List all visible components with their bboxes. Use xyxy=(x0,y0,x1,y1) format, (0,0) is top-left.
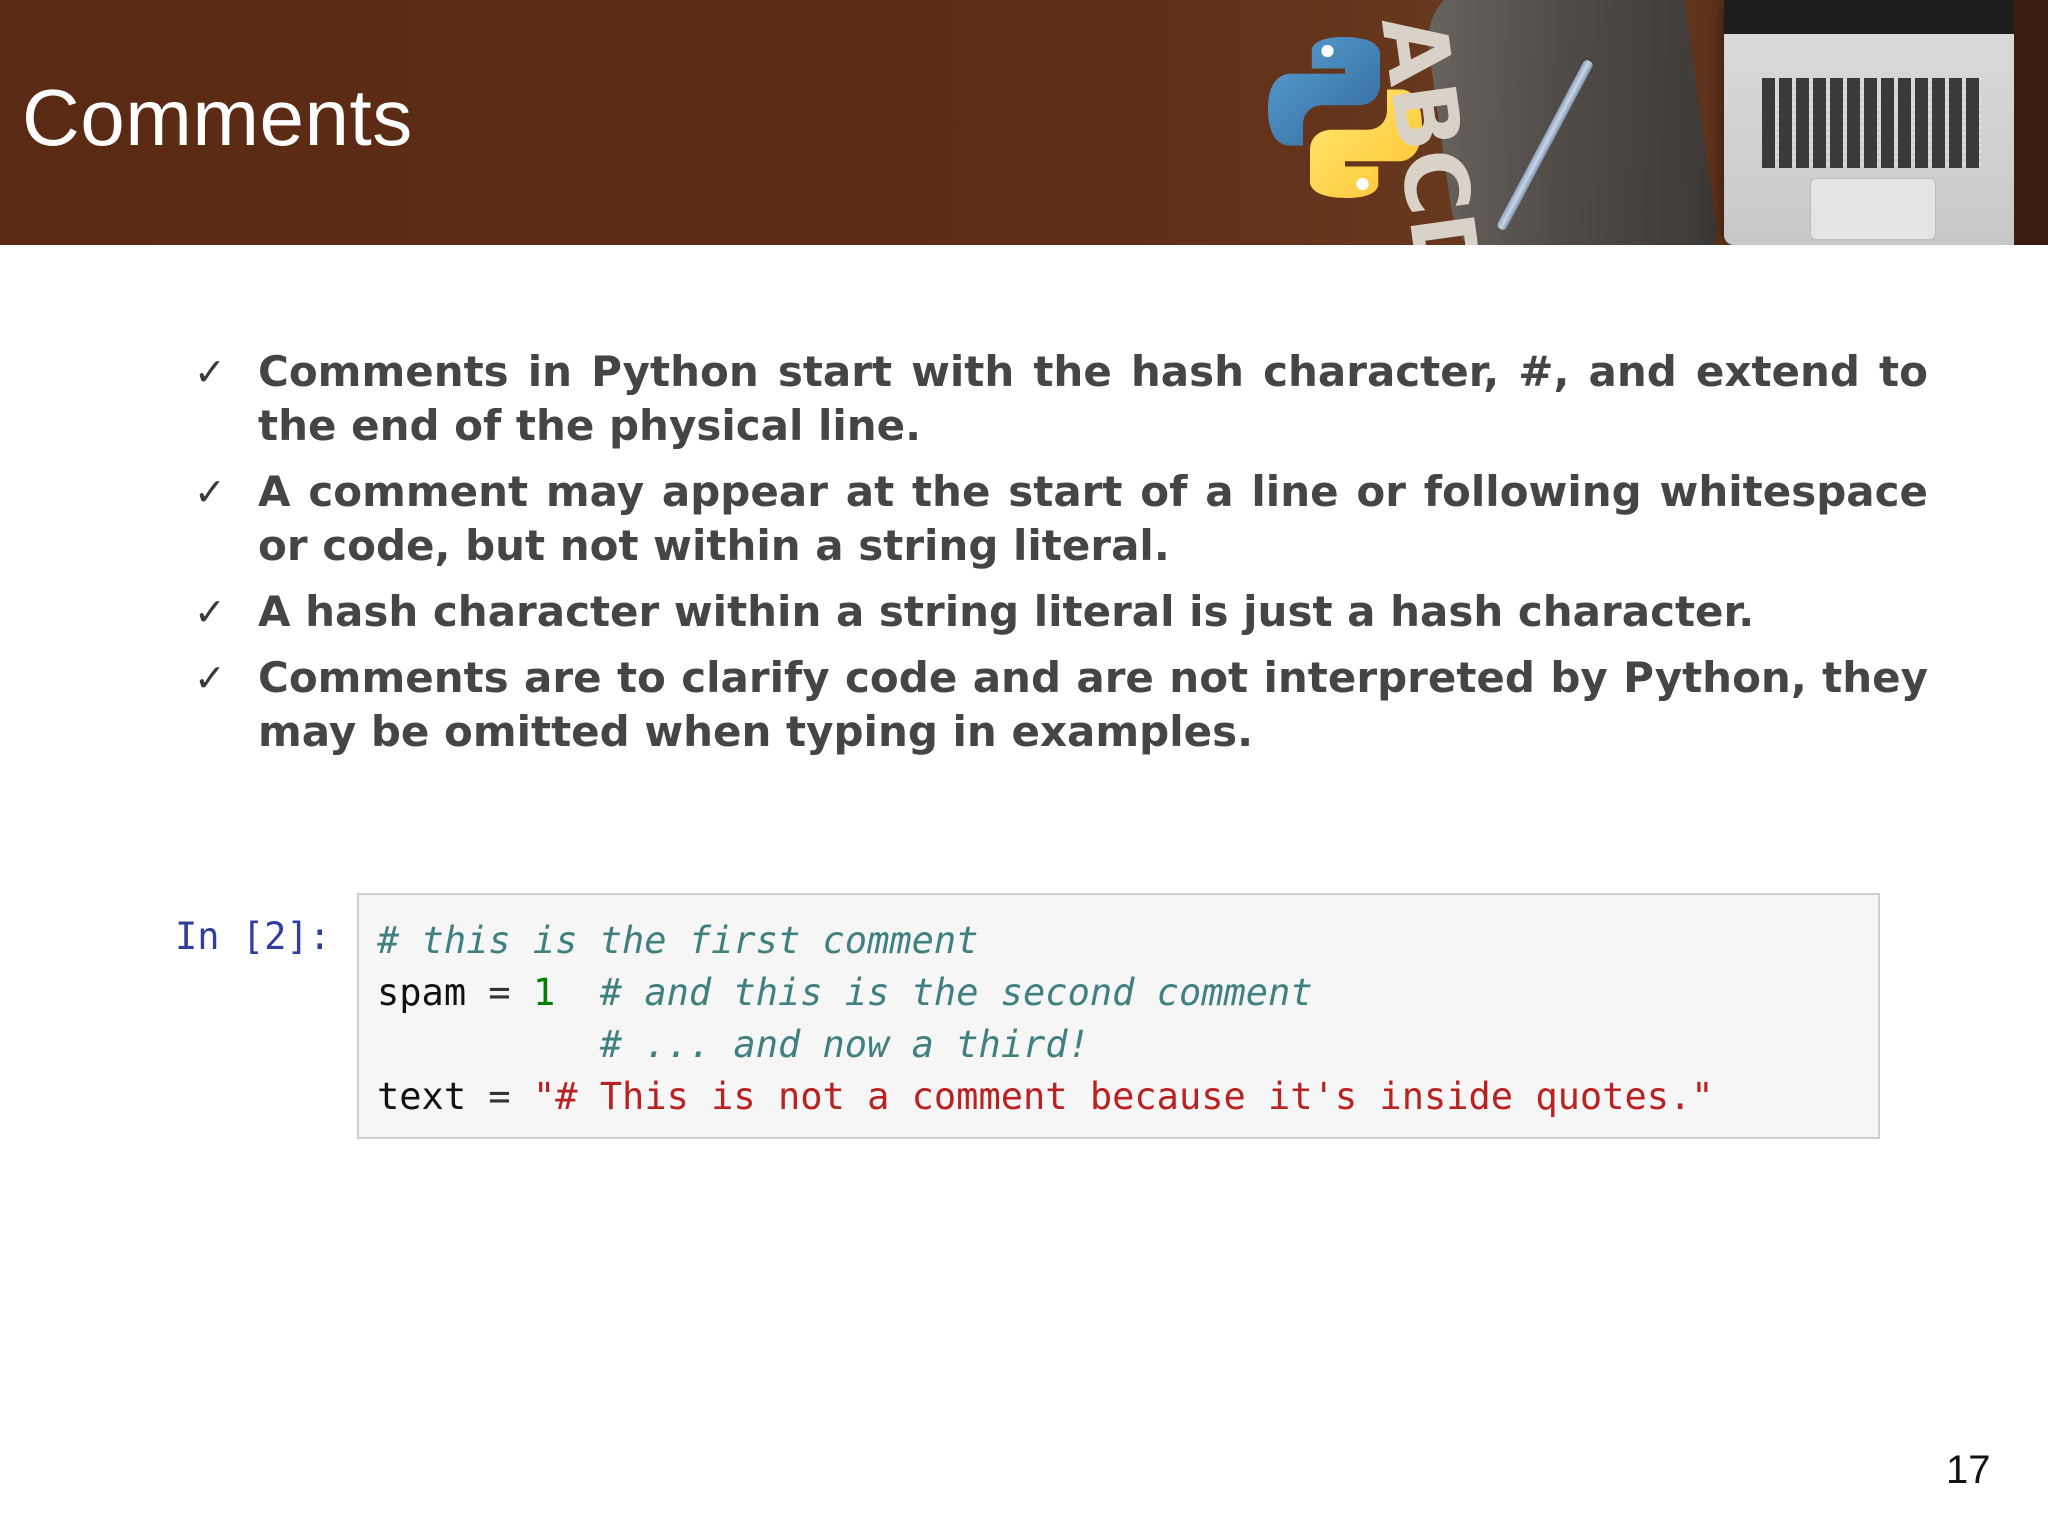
code-line: # ... and now a third! xyxy=(377,1019,1878,1071)
laptop-keyboard xyxy=(1762,78,1982,168)
cell-prompt: In [2]: xyxy=(175,915,331,958)
checkmark-icon: ✓ xyxy=(194,350,226,394)
code-variable: text xyxy=(377,1075,467,1118)
code-comment: # ... and now a third! xyxy=(599,1023,1090,1066)
code-comment: # this is the first comment xyxy=(377,919,979,962)
list-item: ✓ A comment may appear at the start of a… xyxy=(190,465,1928,573)
code-cell[interactable]: # this is the first comment spam = 1 # an… xyxy=(357,893,1880,1139)
checkmark-icon: ✓ xyxy=(194,590,226,634)
code-operator: = xyxy=(466,1075,533,1118)
code-string: "# This is not a comment because it's in… xyxy=(532,1075,1714,1118)
checkmark-icon: ✓ xyxy=(194,470,226,514)
checkmark-icon: ✓ xyxy=(194,656,226,700)
list-item: ✓ Comments are to clarify code and are n… xyxy=(190,651,1928,759)
laptop-screen-edge xyxy=(1724,0,2024,34)
header-banner: Comments ABCDEFGHIJ xyxy=(0,0,2048,245)
slide: Comments ABCDEFGHIJ xyxy=(0,0,2048,1536)
list-item: ✓ A hash character within a string liter… xyxy=(190,585,1928,639)
bullet-text: A hash character within a string literal… xyxy=(258,587,1755,636)
code-number: 1 xyxy=(532,971,556,1014)
code-variable: spam xyxy=(377,971,467,1014)
page-number: 17 xyxy=(1946,1448,1991,1492)
code-line: text = "# This is not a comment because … xyxy=(377,1071,1878,1123)
slide-title: Comments xyxy=(22,73,413,162)
code-line: # this is the first comment xyxy=(377,915,1878,967)
bullet-text: Comments are to clarify code and are not… xyxy=(258,653,1928,756)
bullet-list: ✓ Comments in Python start with the hash… xyxy=(190,345,1928,771)
bullet-text: A comment may appear at the start of a l… xyxy=(258,467,1928,570)
list-item: ✓ Comments in Python start with the hash… xyxy=(190,345,1928,453)
bullet-text: Comments in Python start with the hash c… xyxy=(258,347,1928,450)
header-edge-shadow xyxy=(2014,0,2048,245)
laptop-trackpad xyxy=(1810,178,1936,240)
code-line: spam = 1 # and this is the second commen… xyxy=(377,967,1878,1019)
code-comment: # and this is the second comment xyxy=(599,971,1313,1014)
code-operator: = xyxy=(466,971,533,1014)
